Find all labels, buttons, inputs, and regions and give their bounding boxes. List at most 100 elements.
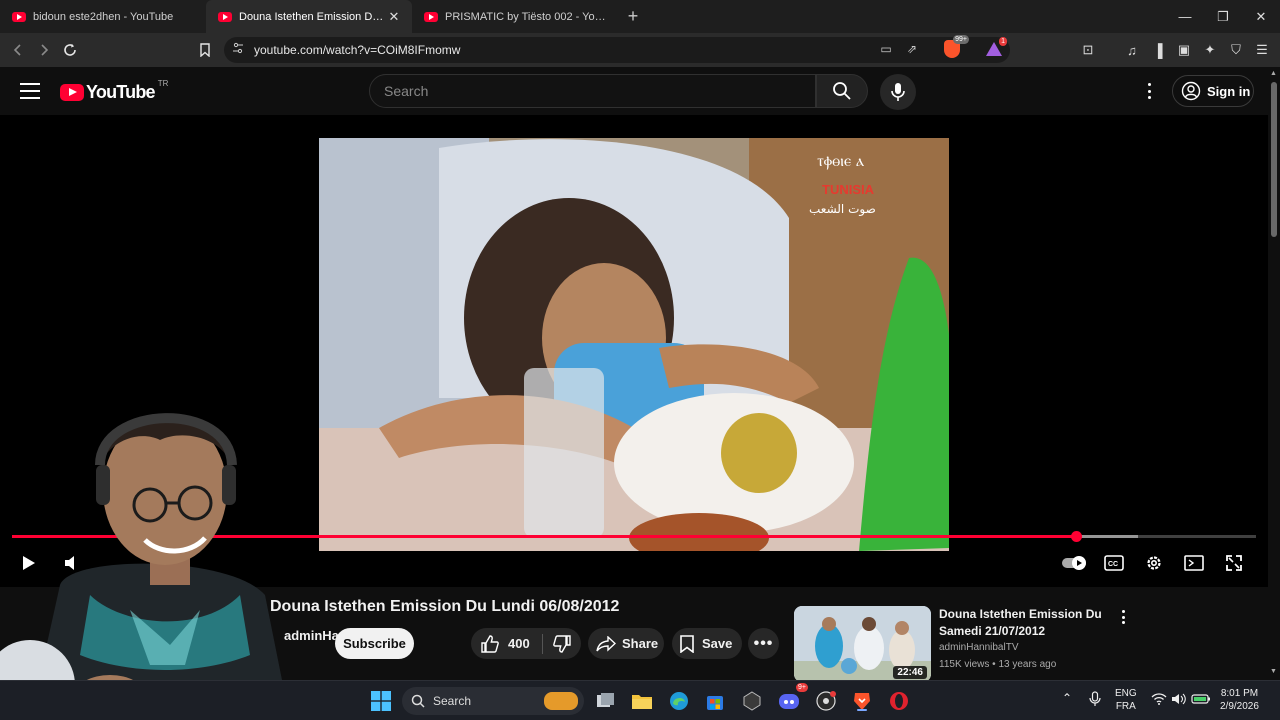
guide-menu-icon[interactable] <box>20 83 40 99</box>
battery-icon[interactable] <box>1191 693 1211 709</box>
recommended-title[interactable]: Douna Istethen Emission Du Samedi 21/07/… <box>939 606 1109 640</box>
voice-search-button[interactable] <box>880 74 916 110</box>
scroll-thumb[interactable] <box>1271 82 1277 237</box>
bookmark-icon[interactable] <box>192 37 218 63</box>
thumbs-up-icon <box>481 634 499 653</box>
youtube-favicon-icon <box>12 11 26 22</box>
clock[interactable]: 8:01 PM 2/9/2026 <box>1220 687 1259 713</box>
autoplay-toggle[interactable] <box>1060 551 1088 575</box>
like-button[interactable]: 400 <box>471 633 543 654</box>
settings-button[interactable] <box>1140 551 1168 575</box>
media-icon[interactable]: ♫ <box>1122 38 1142 62</box>
save-icon <box>680 634 694 653</box>
youtube-favicon-icon <box>218 11 232 22</box>
close-tab-icon[interactable]: ✕ <box>386 9 402 25</box>
gear-icon <box>1147 556 1161 570</box>
address-bar-actions: ▭ ⇗ 99+ 1 <box>878 35 1007 58</box>
browser-menu-icon[interactable]: ☰ <box>1252 38 1272 62</box>
start-button[interactable] <box>369 689 393 713</box>
new-tab-button[interactable]: + <box>618 0 648 33</box>
sign-in-button[interactable]: Sign in <box>1172 75 1254 107</box>
screenshot-icon[interactable]: ⊡ <box>1078 38 1098 62</box>
fullscreen-icon <box>1226 555 1242 571</box>
more-actions-button[interactable]: ••• <box>748 628 779 659</box>
scroll-up-icon[interactable]: ▲ <box>1270 70 1277 77</box>
close-window-icon[interactable]: ✕ <box>1242 0 1280 33</box>
minimize-icon[interactable]: — <box>1166 0 1204 33</box>
tab-title: Douna Istethen Emission Du Lundi 06/08/2… <box>239 10 386 23</box>
youtube-masthead: YouTube TR Sign in <box>0 67 1268 115</box>
search-button[interactable] <box>816 74 868 108</box>
share-label: Share <box>622 636 659 651</box>
file-explorer-icon[interactable] <box>630 689 654 713</box>
page-scrollbar[interactable]: ▲ ▼ <box>1268 67 1280 680</box>
tray-overflow-icon[interactable]: ⌃ <box>1062 692 1072 705</box>
account-icon <box>1181 81 1201 101</box>
webcam-person-image <box>0 413 290 720</box>
recommended-duration: 22:46 <box>893 666 927 679</box>
wifi-icon[interactable] <box>1151 693 1167 709</box>
vpn-icon[interactable]: ⛉ <box>1226 38 1246 62</box>
edge-browser-icon[interactable] <box>667 689 691 713</box>
shields-badge: 99+ <box>953 35 969 44</box>
country-code: TR <box>157 79 169 88</box>
clock-time: 8:01 PM <box>1220 688 1259 699</box>
captions-icon: CC <box>1104 555 1124 571</box>
share-icon <box>596 635 616 652</box>
leo-ai-icon[interactable]: ✦ <box>1200 38 1220 62</box>
window-controls: — ❐ ✕ <box>1166 0 1280 33</box>
wallet-icon[interactable]: ▣ <box>1174 38 1194 62</box>
recommended-thumbnail[interactable]: 22:46 <box>794 606 931 682</box>
input-language[interactable]: ENG FRA <box>1115 687 1137 713</box>
search-icon <box>411 694 425 708</box>
miniplayer-button[interactable] <box>1180 551 1208 575</box>
back-icon[interactable] <box>5 37 31 63</box>
browser-tab-2[interactable]: Douna Istethen Emission Du Lundi 06/08/2… <box>206 0 412 33</box>
discord-icon[interactable]: 9+ <box>777 683 808 713</box>
site-info-icon[interactable] <box>232 41 244 59</box>
scroll-down-icon[interactable]: ▼ <box>1270 668 1277 675</box>
video-frame[interactable]: ⲧⲫⲑⲓⲉ ⲁ TUNISIA صوت الشعب <box>319 138 949 551</box>
browser-tab-3[interactable]: PRISMATIC by Tiësto 002 - YouTube <box>412 0 618 33</box>
task-view-icon[interactable] <box>594 689 618 713</box>
recommended-video[interactable]: 22:46 Douna Istethen Emission Du Samedi … <box>794 606 1134 682</box>
microsoft-store-icon[interactable] <box>703 689 727 713</box>
address-bar[interactable]: youtube.com/watch?v=COiM8IFmomw ▭ ⇗ 99+ … <box>224 35 1010 63</box>
youtube-logo[interactable]: YouTube TR <box>60 79 169 103</box>
restore-icon[interactable]: ❐ <box>1204 0 1242 33</box>
captions-button[interactable]: CC <box>1100 551 1128 575</box>
dislike-button[interactable] <box>543 634 571 653</box>
clock-date: 2/9/2026 <box>1220 701 1259 712</box>
subscribe-button[interactable]: Subscribe <box>335 628 414 659</box>
speaker-icon[interactable] <box>1171 693 1187 709</box>
share-button[interactable]: Share <box>588 628 664 659</box>
sidebar-icon[interactable]: ▐ <box>1148 38 1168 62</box>
recommended-channel[interactable]: adminHannibalTV <box>939 642 1019 653</box>
webcam-overlay <box>0 395 290 720</box>
svg-text:ⲧⲫⲑⲓⲉ ⲁ: ⲧⲫⲑⲓⲉ ⲁ <box>817 151 864 170</box>
reload-icon[interactable] <box>57 37 83 63</box>
forward-icon[interactable] <box>31 37 57 63</box>
recommended-more-icon[interactable] <box>1120 610 1126 624</box>
windows-start-icon <box>371 691 391 711</box>
scrubber-handle[interactable] <box>1070 531 1082 542</box>
brave-shields-icon[interactable]: 99+ <box>944 35 969 58</box>
cast-icon[interactable]: ▭ <box>878 41 894 57</box>
tab-title: PRISMATIC by Tiësto 002 - YouTube <box>445 10 608 23</box>
taskbar-search[interactable]: Search <box>402 687 584 715</box>
settings-menu-icon[interactable] <box>1140 81 1158 101</box>
video-title: Douna Istethen Emission Du Lundi 06/08/2… <box>270 598 620 615</box>
opera-icon[interactable] <box>887 689 911 713</box>
epic-launcher-icon[interactable] <box>740 689 764 713</box>
save-button[interactable]: Save <box>672 628 742 659</box>
share-page-icon[interactable]: ⇗ <box>904 41 920 57</box>
microphone-tray-icon[interactable] <box>1089 691 1101 711</box>
fullscreen-button[interactable] <box>1220 551 1248 575</box>
sign-in-label: Sign in <box>1207 83 1251 99</box>
search-input[interactable] <box>384 83 815 99</box>
brave-rewards-icon[interactable]: 1 <box>986 37 1007 56</box>
brave-browser-icon[interactable] <box>850 689 874 713</box>
obs-icon[interactable] <box>814 689 838 713</box>
active-app-indicator <box>857 709 867 711</box>
browser-tab-1[interactable]: bidoun este2dhen - YouTube <box>0 0 206 33</box>
